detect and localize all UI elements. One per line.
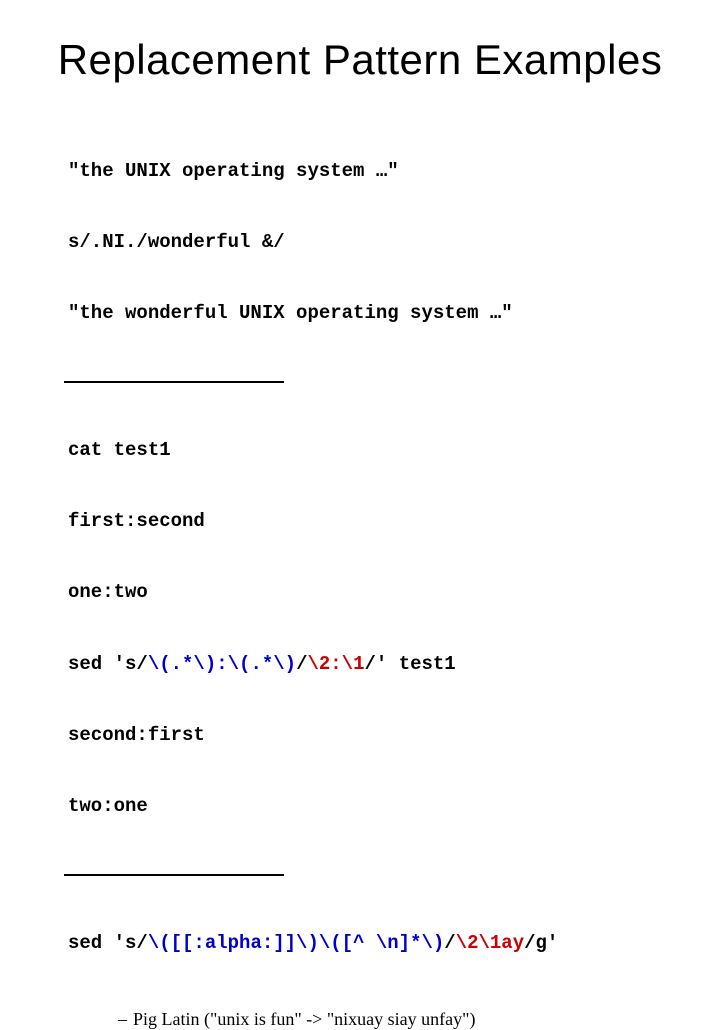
code-line: sed 's/\([[:alpha:]]\)\([^ \n]*\)/\2\1ay…	[68, 932, 672, 956]
code-line: two:one	[68, 795, 672, 819]
code-line: cat test1	[68, 439, 672, 463]
code-line: sed 's/\(.*\):\(.*\)/\2:\1/' test1	[68, 653, 672, 677]
code-text: /	[444, 932, 455, 954]
code-line: "the UNIX operating system …"	[68, 160, 672, 184]
note-text: Pig Latin ("unix is fun" -> "nixuay siay…	[133, 1009, 476, 1029]
regex-pattern: \([[:alpha:]]\)\([^ \n]*\)	[148, 932, 444, 954]
code-text: /g'	[524, 932, 558, 954]
code-line: "the wonderful UNIX operating system …"	[68, 302, 672, 326]
slide-title: Replacement Pattern Examples	[48, 36, 672, 84]
slide: Replacement Pattern Examples "the UNIX o…	[0, 0, 720, 540]
code-line: first:second	[68, 510, 672, 534]
code-line: s/.NI./wonderful &/	[68, 231, 672, 255]
code-text: sed 's/	[68, 653, 148, 675]
divider	[64, 874, 284, 876]
code-text: sed 's/	[68, 932, 148, 954]
divider	[64, 381, 284, 383]
code-line: second:first	[68, 724, 672, 748]
example-block-1: "the UNIX operating system …" s/.NI./won…	[68, 112, 672, 373]
regex-replacement: \2\1ay	[456, 932, 524, 954]
code-text: /' test1	[364, 653, 455, 675]
regex-pattern: \(.*\):\(.*\)	[148, 653, 296, 675]
regex-replacement: \2:\1	[307, 653, 364, 675]
note-line: –Pig Latin ("unix is fun" -> "nixuay sia…	[118, 1009, 672, 1030]
example-block-3: sed 's/\([[:alpha:]]\)\([^ \n]*\)/\2\1ay…	[68, 884, 672, 1003]
bullet-dash: –	[118, 1009, 127, 1029]
code-text: /	[296, 653, 307, 675]
code-line: one:two	[68, 581, 672, 605]
example-block-2: cat test1 first:second one:two sed 's/\(…	[68, 391, 672, 866]
